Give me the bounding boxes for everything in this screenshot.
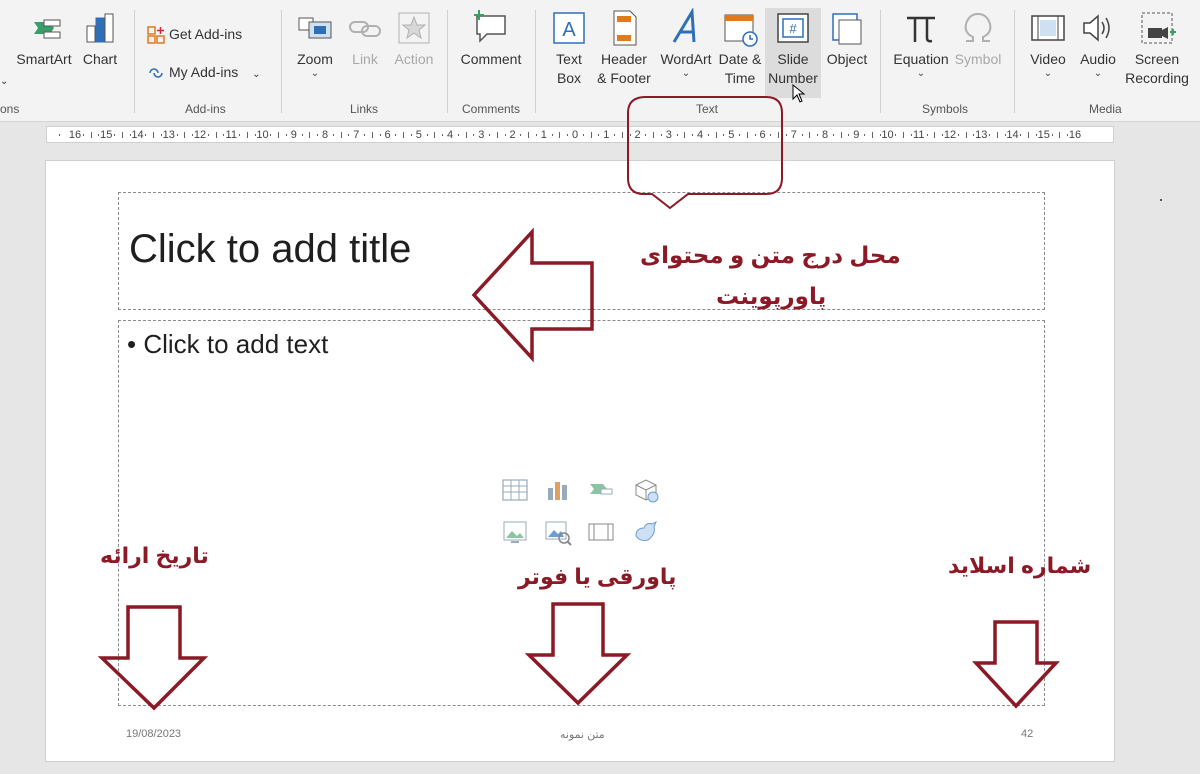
content-area-annotation-line2: پاورپوینت bbox=[716, 283, 827, 309]
stray-dot bbox=[1160, 199, 1162, 201]
down-arrow-date-icon bbox=[97, 605, 209, 711]
slide-number-annotation: شماره اسلاید bbox=[948, 553, 1092, 578]
down-arrow-number-icon bbox=[971, 620, 1061, 709]
down-arrow-footer-icon bbox=[524, 602, 632, 706]
callout-bubble bbox=[627, 96, 783, 210]
annotation-overlay bbox=[97, 96, 1061, 711]
date-annotation: تاریخ ارائه bbox=[100, 543, 209, 568]
content-area-annotation-line1: محل درج متن و محتوای bbox=[640, 242, 901, 268]
footer-annotation: پاورقی یا فوتر bbox=[518, 564, 677, 589]
left-arrow-icon bbox=[471, 227, 594, 363]
